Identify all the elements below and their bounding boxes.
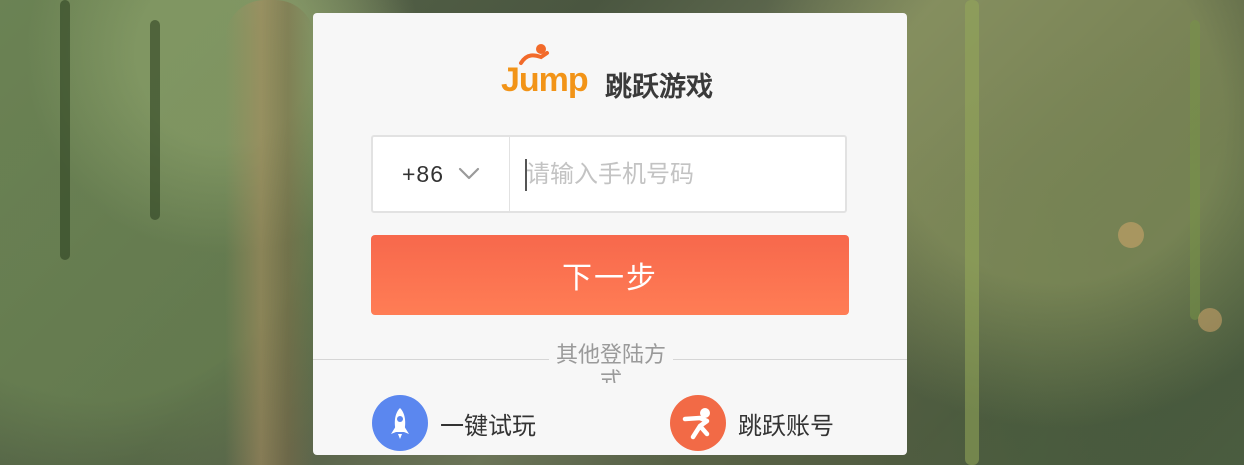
logo-word: Jump: [501, 61, 589, 99]
guest-play-button[interactable]: 一键试玩: [372, 395, 536, 451]
background-vine: [150, 20, 160, 220]
phone-number-input[interactable]: [510, 137, 845, 211]
jump-runner-icon: [670, 395, 726, 451]
jump-account-button[interactable]: 跳跃账号: [670, 395, 834, 451]
rocket-icon: [372, 395, 428, 451]
brand-name: 跳跃游戏: [605, 72, 713, 103]
background-vine: [965, 0, 979, 465]
next-step-button[interactable]: 下一步: [371, 235, 849, 315]
jump-account-label: 跳跃账号: [738, 411, 834, 440]
country-code-value: +86: [401, 160, 444, 187]
background-light-orb: [1118, 222, 1144, 248]
login-panel: Jump 跳跃游戏 +86 下一步 其他登陆方式 一键试玩: [313, 13, 907, 455]
background-light-orb: [1198, 308, 1222, 332]
brand-logo: Jump 跳跃游戏: [501, 43, 731, 103]
other-login-label: 其他登陆方式: [549, 343, 673, 383]
guest-play-label: 一键试玩: [440, 411, 536, 440]
chevron-down-icon: [458, 167, 480, 180]
background-character-hair: [225, 0, 315, 465]
country-code-select[interactable]: +86: [373, 137, 510, 211]
phone-input-group: +86: [371, 135, 847, 213]
background-vine: [60, 0, 70, 260]
background-vine: [1190, 20, 1200, 320]
